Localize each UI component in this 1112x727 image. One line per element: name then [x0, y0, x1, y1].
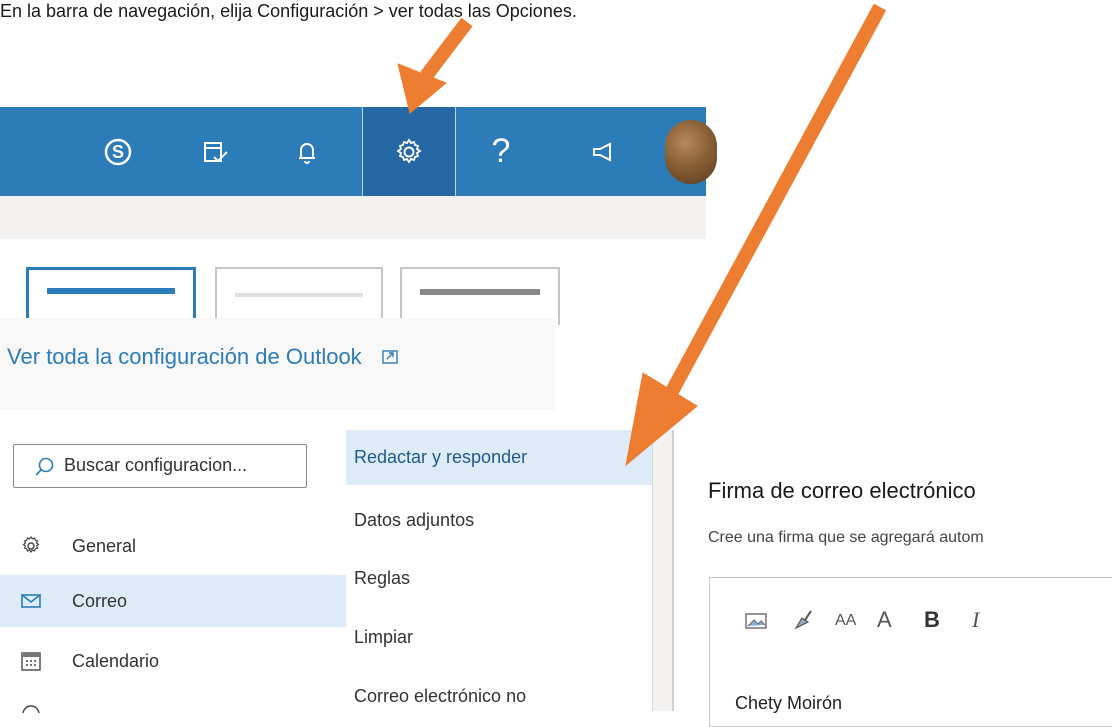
subnav-item-label: Datos adjuntos	[354, 510, 475, 530]
partial-icon	[22, 705, 40, 713]
subnav-item-redactar[interactable]: Redactar y responder	[346, 430, 652, 485]
bell-icon	[299, 142, 315, 164]
subnav-item-label: Reglas	[354, 568, 411, 588]
view-all-settings-link[interactable]: Ver toda la configuración de Outlook	[7, 344, 400, 370]
quick-settings-panel: Ver toda la configuración de Outlook	[0, 318, 555, 410]
view-all-settings-label: Ver toda la configuración de Outlook	[7, 344, 362, 369]
annotation-arrow-shaft	[420, 17, 473, 81]
megaphone-icon	[593, 141, 611, 162]
nav-item-label: Correo	[72, 590, 128, 611]
calendar-icon	[21, 652, 41, 671]
insert-image-icon[interactable]	[745, 612, 767, 630]
help-button[interactable]: ?	[476, 107, 526, 196]
open-external-icon	[382, 350, 398, 364]
gear-icon	[396, 137, 422, 164]
avatar[interactable]	[665, 120, 717, 184]
settings-button[interactable]	[362, 107, 456, 196]
top-navbar: S ?	[0, 107, 706, 196]
gear-icon	[22, 536, 40, 553]
settings-search-input[interactable]: Buscar configuracion...	[13, 444, 307, 488]
bold-button[interactable]: B	[924, 607, 940, 633]
italic-button[interactable]: I	[972, 607, 979, 633]
signature-description: Cree una firma que se agregará autom	[708, 529, 984, 546]
nav-item-correo[interactable]: Correo	[0, 575, 346, 627]
thumbnail-bar	[420, 289, 540, 295]
tasks-icon	[204, 141, 228, 162]
nav-item-label: General	[72, 535, 137, 556]
thumbnail-bar	[47, 288, 175, 294]
instruction-caption: En la barra de navegación, elija Configu…	[0, 1, 577, 21]
skype-button[interactable]: S	[93, 107, 143, 196]
notifications-button[interactable]	[282, 107, 332, 196]
theme-thumbnail-selected[interactable]	[26, 267, 196, 325]
nav-item-calendario[interactable]: Calendario	[0, 635, 346, 687]
subnav-item-label: Redactar y responder	[354, 447, 528, 467]
settings-subnav: Redactar y responder Datos adjuntos Regl…	[346, 430, 652, 711]
navbar-underband	[0, 196, 706, 239]
mail-icon	[21, 594, 41, 608]
settings-nav: Buscar configuracion... General Correo C…	[0, 430, 346, 713]
theme-thumbnail[interactable]	[215, 267, 383, 325]
font-size-icon[interactable]: AA	[835, 612, 856, 630]
signature-pane: Firma de correo electrónico Cree una fir…	[672, 430, 1112, 727]
theme-thumbnail[interactable]	[400, 267, 560, 325]
search-icon	[35, 457, 54, 476]
subnav-item-label: Limpiar	[354, 627, 414, 647]
subnav-item-correo-no-deseado[interactable]: Correo electrónico no	[346, 686, 652, 716]
feedback-button[interactable]	[578, 107, 628, 196]
skype-icon: S	[104, 138, 132, 165]
subnav-item-limpiar[interactable]: Limpiar	[346, 627, 652, 667]
subnav-item-reglas[interactable]: Reglas	[346, 568, 652, 608]
subnav-item-label: Correo electrónico no	[354, 686, 527, 706]
column-divider	[652, 430, 672, 711]
search-placeholder: Buscar configuracion...	[64, 455, 248, 475]
font-grow-icon[interactable]: A	[877, 607, 892, 633]
svg-text:S: S	[112, 142, 124, 162]
annotation-arrow-head	[397, 63, 447, 114]
nav-item-general[interactable]: General	[0, 520, 346, 572]
signature-editor[interactable]: AA A B I Chety Moirón	[709, 577, 1112, 727]
thumbnail-bar	[235, 293, 363, 297]
subnav-item-datos-adjuntos[interactable]: Datos adjuntos	[346, 510, 652, 550]
nav-item-label: Calendario	[72, 650, 160, 671]
signature-title: Firma de correo electrónico	[708, 478, 976, 503]
tasks-button[interactable]	[190, 107, 240, 196]
format-painter-icon[interactable]	[792, 608, 814, 632]
